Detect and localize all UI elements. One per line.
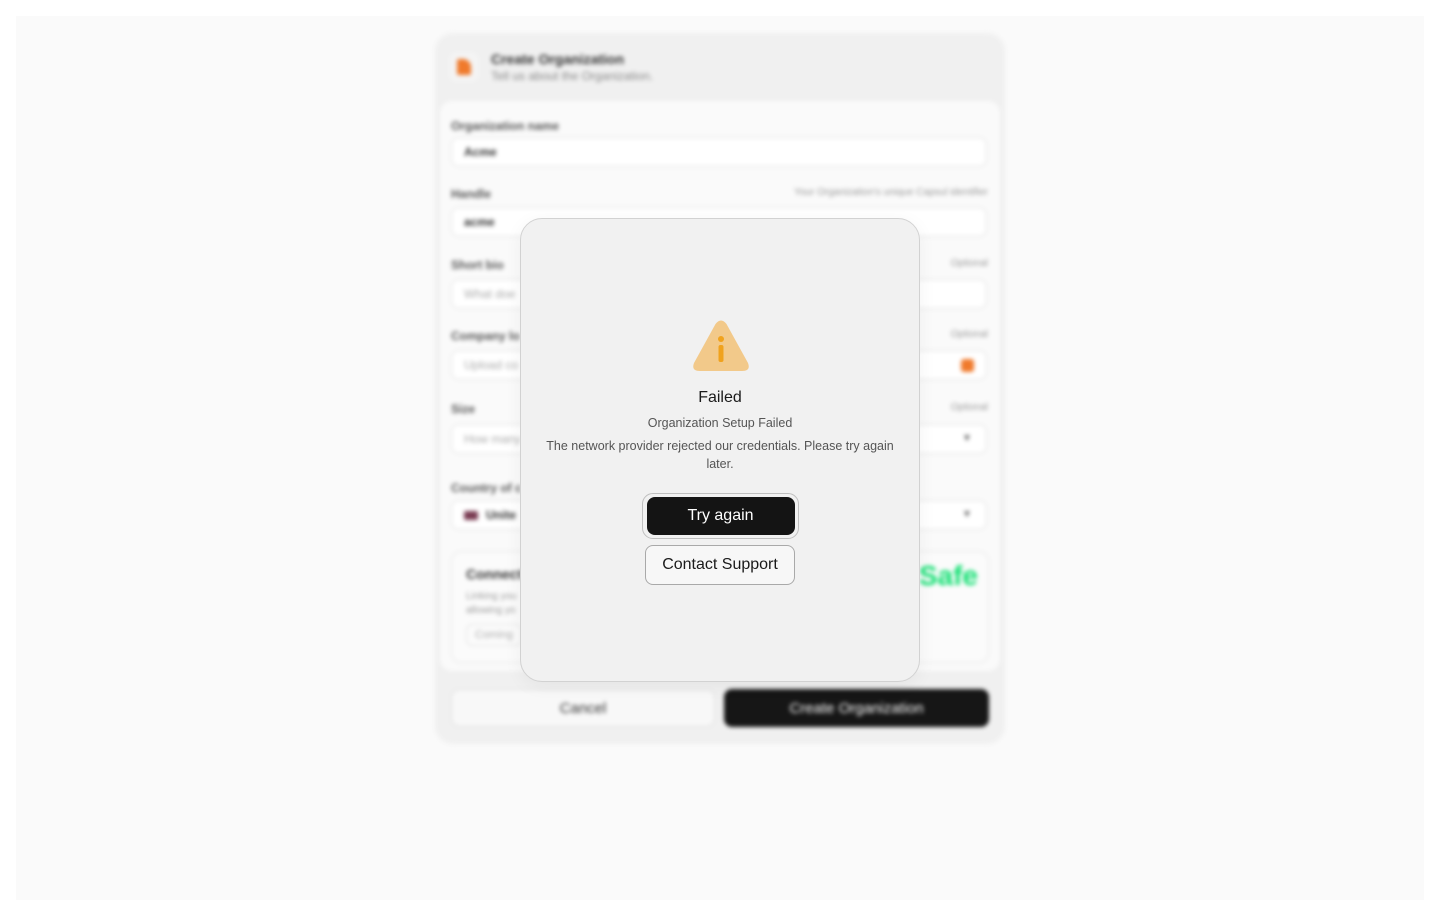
modal-title: Failed	[698, 389, 742, 406]
app-logo	[449, 52, 479, 82]
safe-logo: Safe	[918, 560, 978, 591]
cancel-button[interactable]: Cancel	[451, 689, 715, 727]
error-modal: Failed Organization Setup Failed The net…	[520, 218, 920, 682]
create-organization-button[interactable]: Create Organization	[724, 689, 989, 727]
bio-hint: Optional	[950, 258, 988, 269]
country-value: Unite	[486, 508, 516, 522]
try-again-button[interactable]: Try again	[646, 497, 795, 535]
chevron-down-icon: ▼	[962, 509, 972, 520]
handle-hint: Your Organization's unique Capsul identi…	[794, 187, 988, 198]
size-label: Size	[451, 402, 476, 416]
org-name-label: Organization name	[451, 119, 560, 133]
logo-hint: Optional	[950, 329, 988, 340]
modal-subtitle: Organization Setup Failed	[647, 416, 793, 430]
logo-label: Company lo	[451, 329, 520, 343]
country-label: Country of c	[451, 481, 522, 495]
warning-icon	[693, 320, 749, 371]
connect-description: Linking you allowing yo	[466, 591, 517, 616]
flag-icon	[464, 510, 478, 520]
handle-label: Handle	[451, 187, 492, 201]
form-subtitle: Tell us about the Organization.	[491, 69, 654, 83]
upload-icon	[961, 359, 974, 372]
coming-soon-pill: Coming	[466, 624, 522, 646]
form-title: Create Organization	[491, 51, 625, 67]
bio-label: Short bio	[451, 258, 504, 272]
org-name-input[interactable]: Acme	[451, 137, 987, 167]
size-placeholder: How many	[464, 432, 521, 446]
modal-message: The network provider rejected our creden…	[546, 439, 894, 471]
size-hint: Optional	[950, 402, 988, 413]
logo-upload-placeholder: Upload co	[464, 358, 519, 372]
logo-icon	[457, 59, 471, 75]
try-again-focus-ring: Try again	[642, 493, 799, 539]
chevron-down-icon: ▼	[962, 433, 972, 444]
form-header: Create Organization Tell us about the Or…	[449, 51, 653, 83]
contact-support-button[interactable]: Contact Support	[645, 545, 795, 585]
connect-title: Connect	[466, 566, 522, 582]
